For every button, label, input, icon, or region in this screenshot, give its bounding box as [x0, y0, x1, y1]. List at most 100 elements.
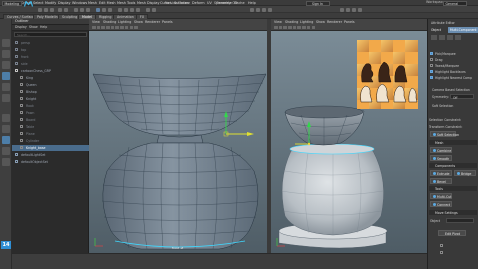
outliner-row[interactable]: Rook [12, 103, 89, 109]
vertex-mode-icon[interactable] [431, 35, 437, 40]
symmetry-status[interactable]: Symmetry: Off [214, 1, 237, 5]
object-mode-label[interactable]: Object [431, 28, 441, 32]
outliner-menu-display[interactable]: Display [15, 25, 27, 29]
multi-cut-button[interactable]: Multi-Cut [430, 193, 452, 199]
four-view-icon[interactable] [2, 125, 10, 133]
outliner-row[interactable]: front [12, 54, 89, 60]
render-view-icon[interactable] [250, 7, 254, 12]
left-menu-renderer[interactable]: Renderer [145, 20, 160, 24]
pin-pivot-checkbox[interactable] [440, 244, 443, 247]
outliner-menu-help[interactable]: Help [40, 25, 47, 29]
components-section-header[interactable]: Components [429, 163, 477, 168]
lights-icon[interactable] [115, 25, 119, 29]
menu-help[interactable]: Help [248, 1, 256, 5]
sign-in-button[interactable]: Sign In [306, 0, 330, 6]
live-surface-label[interactable]: No Live Surface [165, 1, 190, 5]
bridge-button[interactable]: Bridge [454, 170, 476, 176]
select-component-icon[interactable] [86, 7, 90, 12]
edge-mode-icon[interactable] [439, 35, 445, 40]
outliner-row[interactable]: side [12, 61, 89, 67]
xray-icon[interactable] [306, 25, 311, 29]
front-viewport[interactable] [89, 31, 267, 253]
wireframe-icon[interactable] [101, 25, 105, 29]
menu-select[interactable]: Select [33, 1, 43, 5]
snap-curve-icon[interactable] [124, 7, 128, 12]
outliner-search-input[interactable]: Search... [14, 32, 87, 37]
right-menu-view[interactable]: View [274, 20, 282, 24]
outliner-row[interactable]: Board [12, 117, 89, 123]
attribute-editor-icon[interactable] [346, 7, 350, 12]
wireframe-icon[interactable] [283, 25, 287, 29]
outliner-row[interactable]: Plane [12, 131, 89, 137]
grid-icon[interactable] [278, 25, 283, 29]
time-slider-area[interactable] [12, 253, 427, 269]
shadows-icon[interactable] [302, 25, 306, 29]
isolate-icon[interactable] [311, 25, 315, 29]
highlight-backfaces-checkbox[interactable] [430, 70, 433, 73]
render-icon[interactable] [152, 7, 156, 12]
modeling-toolkit-icon[interactable] [340, 7, 344, 12]
xray-icon[interactable] [124, 25, 129, 29]
combine-button[interactable]: Combine [430, 147, 452, 153]
grid-icon[interactable] [96, 25, 101, 29]
edge-mask-icon[interactable] [102, 7, 106, 12]
hypershade-icon[interactable] [268, 7, 272, 12]
paint-select-icon[interactable] [2, 61, 10, 69]
vertex-mask-icon[interactable] [96, 7, 100, 12]
camera-icon[interactable] [92, 25, 96, 29]
outliner-row[interactable]: Cylinder [12, 138, 89, 144]
left-menu-shading[interactable]: Shading [103, 20, 116, 24]
move-tool-icon[interactable] [2, 72, 10, 80]
tweak-marquee-radio[interactable] [430, 64, 433, 67]
left-menu-show[interactable]: Show [134, 20, 143, 24]
select-object-icon[interactable] [80, 7, 84, 12]
outliner-row[interactable]: Queen [12, 82, 89, 88]
menu-set-dropdown[interactable]: Modeling [2, 1, 22, 6]
soft-selection-label[interactable]: Soft Selection [432, 104, 453, 108]
isolate-icon[interactable] [129, 25, 133, 29]
history-icon[interactable] [146, 7, 150, 12]
ipr-render-icon[interactable] [256, 7, 260, 12]
mesh-section-header[interactable]: Mesh [429, 140, 477, 145]
connect-button[interactable]: Connect [430, 201, 452, 207]
outliner-row[interactable]: Bishop [12, 89, 89, 95]
outliner-row[interactable]: cartoonChess_GRP [12, 68, 89, 74]
outliner-row[interactable]: defaultLightSet [12, 152, 89, 158]
left-menu-lighting[interactable]: Lighting [118, 20, 131, 24]
scale-tool-icon[interactable] [2, 94, 10, 102]
shadows-icon[interactable] [120, 25, 124, 29]
menu-uv[interactable]: UV [207, 1, 212, 5]
snap-grid-icon[interactable] [118, 7, 122, 12]
outliner-row[interactable]: Knight_base [12, 145, 89, 151]
move-settings-header[interactable]: Move Settings [429, 210, 477, 215]
left-menu-panels[interactable]: Panels [162, 20, 173, 24]
right-menu-panels[interactable]: Panels [344, 20, 355, 24]
menu-modify[interactable]: Modify [45, 1, 56, 5]
menu-mesh-display[interactable]: Mesh Display [137, 1, 160, 5]
menu-mesh-tools[interactable]: Mesh Tools [117, 1, 135, 5]
save-scene-icon[interactable] [50, 7, 54, 12]
textured-icon[interactable] [292, 25, 297, 29]
reset-pivot-checkbox[interactable] [440, 251, 443, 254]
lasso-tool-icon[interactable] [2, 50, 10, 58]
outliner-row[interactable]: King [12, 75, 89, 81]
multi-component-button[interactable]: Multi-Component [448, 27, 478, 33]
face-mode-icon[interactable] [447, 35, 453, 40]
channel-box-icon[interactable] [358, 7, 362, 12]
smooth-button[interactable]: Smooth [430, 155, 452, 161]
smooth-shade-icon[interactable] [106, 25, 110, 29]
lights-icon[interactable] [297, 25, 301, 29]
undo-icon[interactable] [58, 7, 62, 12]
drag-radio[interactable] [430, 58, 433, 61]
snap-point-icon[interactable] [130, 7, 134, 12]
right-menu-show[interactable]: Show [316, 20, 325, 24]
right-menu-shading[interactable]: Shading [285, 20, 298, 24]
outliner-row[interactable]: top [12, 47, 89, 53]
outliner-row[interactable]: defaultObjectSet [12, 159, 89, 165]
menu-edit-mesh[interactable]: Edit Mesh [99, 1, 116, 5]
rotate-tool-icon[interactable] [2, 83, 10, 91]
select-tool-icon[interactable] [2, 39, 10, 47]
pick-marquee-radio[interactable] [430, 52, 433, 55]
select-hierarchy-icon[interactable] [74, 7, 78, 12]
tool-settings-icon[interactable] [352, 7, 356, 12]
